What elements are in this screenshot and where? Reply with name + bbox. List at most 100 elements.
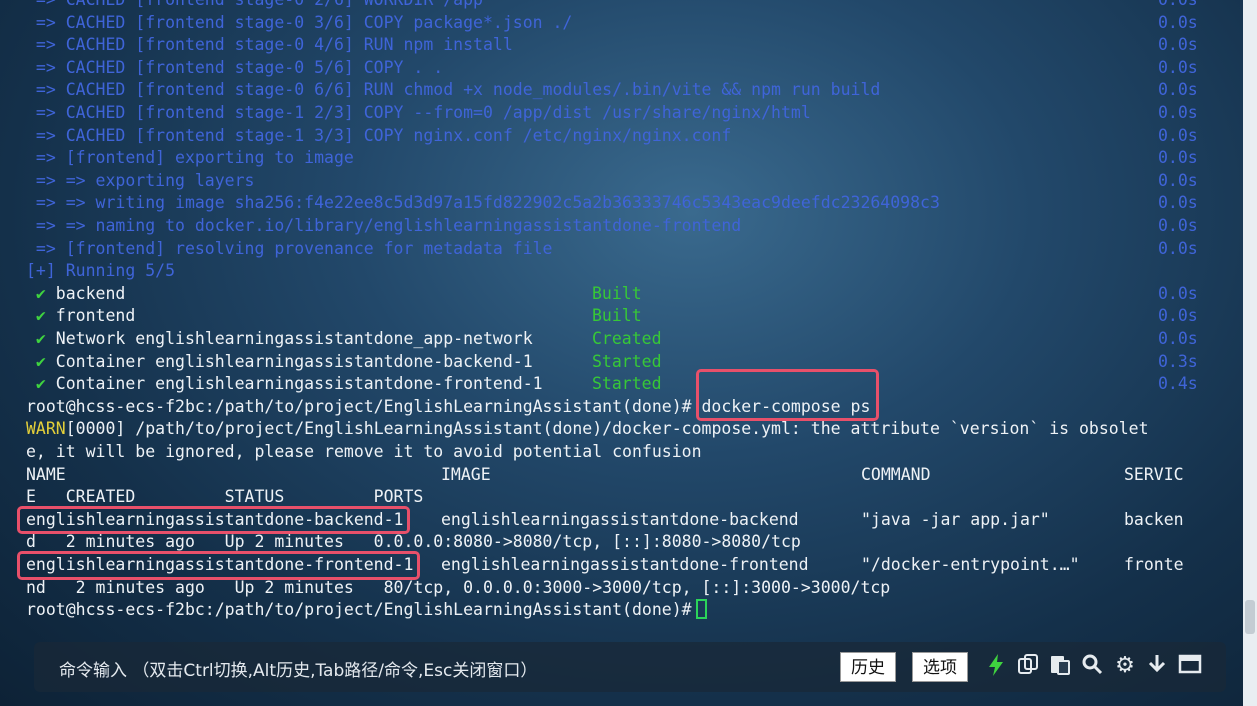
terminal-line: => CACHED [frontend stage-0 6/6] RUN chm… [26,79,1198,102]
terminal-text-segment: englishlearningassistantdone-backend [441,509,799,529]
terminal-line: [+] Running 5/5 [26,260,175,283]
terminal-text-segment: 0.0s [1158,125,1198,145]
terminal-line: englishlearningassistantdone-backend-1 en… [26,509,1184,532]
terminal-line-text: => CACHED [frontend stage-0 4/6] RUN npm… [26,35,513,54]
terminal-text-segment: 0.0s [1158,238,1198,258]
terminal-text-segment: COMMAND [861,464,931,484]
terminal-line-text: => [frontend] resolving provenance for m… [26,239,553,258]
terminal-text-segment: 0.0s [1158,193,1198,213]
terminal-line-text: E CREATED STATUS PORTS [26,487,423,506]
terminal-text-segment: d 2 minutes ago Up 2 minutes 0.0.0.0:808… [26,532,801,552]
terminal-text-segment: => CACHED [frontend stage-0 3/6] COPY pa… [26,12,573,32]
terminal-line-text: d 2 minutes ago Up 2 minutes 0.0.0.0:808… [26,532,801,551]
check-icon: ✔ [26,306,46,326]
window-icon[interactable] [1178,653,1202,679]
terminal-text-segment: Container englishlearningassistantdone-f… [45,374,543,394]
terminal-text-segment: 0.4s [1158,374,1198,394]
terminal-text-segment: 0.0s [1158,80,1198,100]
terminal-text-segment: fronte [1124,555,1184,574]
download-icon[interactable] [1145,653,1169,679]
terminal-line-text: => CACHED [frontend stage-0 3/6] COPY pa… [26,13,572,32]
terminal-line-text: ✔ Container englishlearningassistantdone… [26,352,533,371]
terminal-line-text: [+] Running 5/5 [26,261,175,280]
terminal-text-segment: Network englishlearningassistantdone_app… [45,329,533,348]
terminal-text-segment: IMAGE [441,464,491,484]
terminal-text-segment: englishlearningassistantdone-backend-1 [26,509,404,529]
terminal-text-segment: => => writing image sha256:f4e22ee8c5d3d… [26,193,940,213]
check-icon: ✔ [26,351,46,371]
search-icon[interactable] [1080,653,1104,679]
terminal-line-text: WARN[0000] /path/to/project/EnglishLearn… [26,419,1149,438]
terminal-text-segment: Created [592,329,662,348]
terminal-text-segment: 0.0s [1158,12,1198,32]
paste-icon[interactable] [1048,653,1072,679]
terminal-text-segment: 0.0s [1158,35,1198,55]
terminal-line-text: root@hcss-ecs-f2bc:/path/to/project/Engl… [26,397,870,416]
terminal-line: => => naming to docker.io/library/englis… [26,215,1198,238]
terminal-line-text: => => writing image sha256:f4e22ee8c5d3d… [26,193,940,212]
terminal-text-segment: frontend [45,306,136,326]
terminal-text-segment: => [frontend] exporting to image [26,148,354,168]
terminal-line: => => exporting layers 0.0s [26,170,1198,193]
terminal-text-segment: nd 2 minutes ago Up 2 minutes 80/tcp, 0.… [26,577,891,597]
terminal-text-segment: => [frontend] resolving provenance for m… [26,238,553,258]
command-input-bar[interactable]: 命令输入 （双击Ctrl切换,Alt历史,Tab路径/命令,Esc关闭窗口） 历… [34,642,1226,692]
terminal-text-segment: Built [592,306,642,326]
terminal-line-text: englishlearningassistantdone-frontend-1 [26,555,413,574]
terminal-text-segment: englishlearningassistantdone-frontend [441,555,809,574]
bolt-icon[interactable] [984,653,1008,679]
vertical-scrollbar[interactable] [1243,0,1257,706]
terminal-line-text: => CACHED [frontend stage-0 5/6] COPY . … [26,58,443,77]
terminal-text-segment: root@hcss-ecs-f2bc:/path/to/project/Engl… [26,600,692,620]
terminal-line: ✔ frontend Built 0.0s [26,305,1198,328]
terminal-line: => CACHED [frontend stage-1 2/3] COPY --… [26,102,1198,125]
terminal-line: ✔ Container englishlearningassistantdone… [26,373,1198,396]
terminal-line-text: englishlearningassistantdone-backend-1 [26,510,404,529]
copy-icon[interactable] [1016,653,1040,679]
terminal-text-segment: [0000] /path/to/project/EnglishLearningA… [65,419,1149,439]
terminal-text-segment: 0.0s [1158,306,1198,326]
terminal-line-text: => => exporting layers [26,171,255,190]
terminal-line: NAME IMAGE COMMAND SERVIC [26,464,1184,487]
gear-icon[interactable]: ⚙ [1113,653,1137,679]
terminal-text-segment: Started [592,351,662,371]
terminal-text-segment: Container englishlearningassistantdone-b… [45,351,533,371]
command-input-hint[interactable]: 命令输入 （双击Ctrl切换,Alt历史,Tab路径/命令,Esc关闭窗口） [59,656,537,681]
terminal-line: => CACHED [frontend stage-1 3/3] COPY ng… [26,125,1198,148]
terminal-line: englishlearningassistantdone-frontend-1 e… [26,554,1184,577]
terminal-line-text: => CACHED [frontend stage-1 2/3] COPY --… [26,103,811,122]
terminal-text-segment: => CACHED [frontend stage-0 2/6] WORKDIR… [26,0,483,9]
terminal-text-segment: 0.0s [1158,329,1198,348]
terminal-line-text: => [frontend] exporting to image [26,148,354,167]
terminal-text-segment: 0.0s [1158,0,1198,12]
terminal-text-segment: 0.0s [1158,283,1198,303]
options-button[interactable]: 选项 [912,652,968,682]
terminal-line: => CACHED [frontend stage-0 4/6] RUN npm… [26,34,1198,57]
check-icon: ✔ [26,329,46,348]
terminal-text-segment: E CREATED STATUS PORTS [26,487,424,507]
terminal-line: e, it will be ignored, please remove it … [26,441,702,464]
terminal-text-segment: backend [45,283,126,303]
terminal-text-segment: 0.3s [1158,351,1198,371]
terminal-text-segment: "java -jar app.jar" [861,509,1050,529]
history-button[interactable]: 历史 [840,652,896,682]
terminal-line: => CACHED [frontend stage-0 3/6] COPY pa… [26,12,1198,35]
terminal-text-segment: => CACHED [frontend stage-0 6/6] RUN chm… [26,80,881,100]
terminal-text-segment: => => naming to docker.io/library/englis… [26,216,742,235]
check-icon: ✔ [26,374,46,394]
terminal-line: root@hcss-ecs-f2bc:/path/to/project/Engl… [26,396,870,419]
terminal-line-text: => CACHED [frontend stage-0 6/6] RUN chm… [26,80,880,99]
terminal-text-segment: NAME [26,464,66,484]
terminal-line: => CACHED [frontend stage-0 5/6] COPY . … [26,57,1198,80]
terminal-text-segment: backen [1124,509,1184,529]
terminal-line-text: ✔ Container englishlearningassistantdone… [26,374,543,393]
terminal-text-segment: => CACHED [frontend stage-1 3/3] COPY ng… [26,125,732,145]
terminal-text-segment: "/docker-entrypoint.…" [861,555,1080,574]
check-icon: ✔ [26,283,46,303]
terminal-text-segment: 0.0s [1158,103,1198,122]
scrollbar-thumb[interactable] [1245,600,1255,634]
terminal-text-segment: Started [592,374,662,394]
text-cursor [695,599,707,620]
terminal-output[interactable]: => CACHED [frontend stage-0 2/6] WORKDIR… [0,0,1240,630]
terminal-text-segment: 0.0s [1158,57,1198,77]
